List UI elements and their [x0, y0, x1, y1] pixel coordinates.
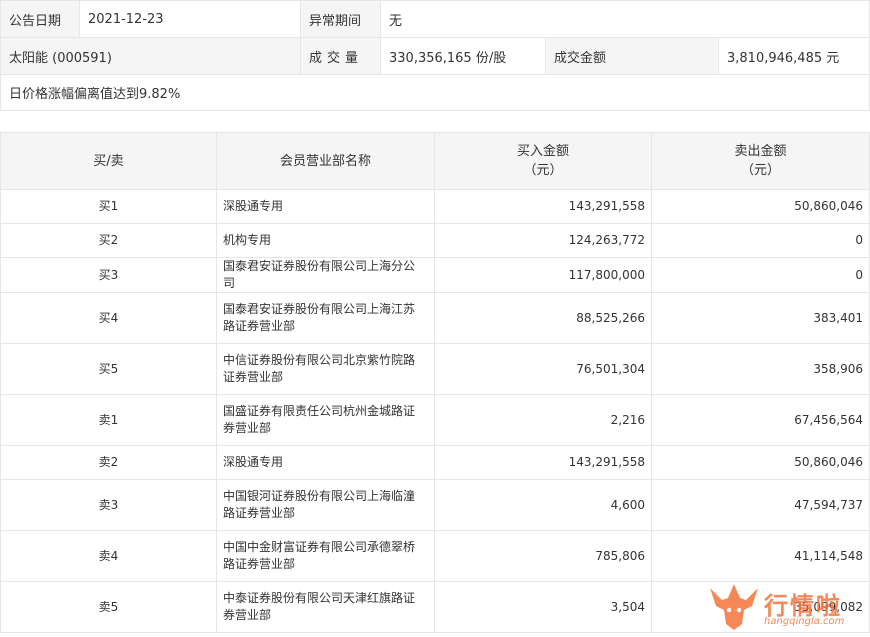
row-branch: 深股通专用 [216, 189, 435, 224]
trading-branch-table: 买/卖 会员营业部名称 买入金额 （元） 卖出金额 （元） 买1 深股通专用 1… [0, 132, 870, 633]
amount-value: 3,810,946,485 元 [717, 37, 870, 75]
table-row: 卖4 中国中金财富证券有限公司承德翠桥路证券营业部 785,806 41,114… [0, 530, 870, 582]
announcement-info-table: 公告日期 2021-12-23 异常期间 无 太阳能 (000591) 成交量 … [0, 0, 870, 111]
row-side: 卖4 [0, 530, 217, 582]
row-branch: 国盛证券有限责任公司杭州金城路证券营业部 [216, 394, 435, 446]
row-side: 卖3 [0, 479, 217, 531]
table-row: 买2 机构专用 124,263,772 0 [0, 223, 870, 258]
date-label: 公告日期 [0, 0, 80, 38]
row-sell-amount: 383,401 [651, 292, 870, 344]
header-sell-line2: （元） [740, 163, 780, 178]
abnormal-period-value: 无 [379, 0, 870, 38]
row-side: 卖1 [0, 394, 217, 446]
row-side: 买3 [0, 257, 217, 293]
header-sell-amount: 卖出金额 （元） [651, 132, 870, 190]
row-sell-amount: 47,594,737 [651, 479, 870, 531]
header-buy-line1: 买入金额 [516, 144, 569, 159]
row-branch: 中国中金财富证券有限公司承德翠桥路证券营业部 [216, 530, 435, 582]
amount-label: 成交金额 [545, 37, 719, 75]
row-buy-amount: 76,501,304 [434, 343, 652, 395]
volume-value: 330,356,165 份/股 [380, 37, 546, 75]
header-sell-line1: 卖出金额 [734, 144, 787, 159]
row-sell-amount: 35,099,082 [651, 581, 870, 633]
header-side: 买/卖 [0, 132, 217, 190]
table-row: 卖5 中泰证券股份有限公司天津红旗路证券营业部 3,504 35,099,082 [0, 581, 870, 633]
row-buy-amount: 4,600 [434, 479, 652, 531]
row-side: 卖5 [0, 581, 217, 633]
row-buy-amount: 143,291,558 [434, 445, 652, 480]
row-buy-amount: 88,525,266 [434, 292, 652, 344]
row-branch: 中信证券股份有限公司北京紫竹院路证券营业部 [216, 343, 435, 395]
row-sell-amount: 50,860,046 [651, 189, 870, 224]
row-branch: 中国银河证券股份有限公司上海临潼路证券营业部 [216, 479, 435, 531]
row-sell-amount: 67,456,564 [651, 394, 870, 446]
table-row: 卖1 国盛证券有限责任公司杭州金城路证券营业部 2,216 67,456,564 [0, 394, 870, 446]
row-sell-amount: 358,906 [651, 343, 870, 395]
row-buy-amount: 143,291,558 [434, 189, 652, 224]
row-buy-amount: 124,263,772 [434, 223, 652, 258]
row-branch: 中泰证券股份有限公司天津红旗路证券营业部 [216, 581, 435, 633]
header-buy-amount: 买入金额 （元） [434, 132, 652, 190]
row-side: 买2 [0, 223, 217, 258]
header-buy-line2: （元） [523, 163, 563, 178]
table-row: 买4 国泰君安证券股份有限公司上海江苏路证券营业部 88,525,266 383… [0, 292, 870, 344]
row-branch: 深股通专用 [216, 445, 435, 480]
row-branch: 机构专用 [216, 223, 435, 258]
table-row: 卖2 深股通专用 143,291,558 50,860,046 [0, 445, 870, 480]
row-buy-amount: 117,800,000 [434, 257, 652, 293]
row-buy-amount: 3,504 [434, 581, 652, 633]
row-side: 卖2 [0, 445, 217, 480]
stock-name: 太阳能 (000591) [0, 37, 301, 75]
date-value: 2021-12-23 [79, 0, 301, 38]
table-row: 买3 国泰君安证券股份有限公司上海分公司 117,800,000 0 [0, 257, 870, 293]
row-sell-amount: 0 [651, 223, 870, 258]
row-buy-amount: 2,216 [434, 394, 652, 446]
row-sell-amount: 50,860,046 [651, 445, 870, 480]
row-sell-amount: 0 [651, 257, 870, 293]
row-side: 买1 [0, 189, 217, 224]
table-row: 买5 中信证券股份有限公司北京紫竹院路证券营业部 76,501,304 358,… [0, 343, 870, 395]
row-side: 买4 [0, 292, 217, 344]
header-branch: 会员营业部名称 [216, 132, 435, 190]
table-row: 买1 深股通专用 143,291,558 50,860,046 [0, 189, 870, 224]
volume-label: 成交量 [300, 37, 381, 75]
table-row: 卖3 中国银河证券股份有限公司上海临潼路证券营业部 4,600 47,594,7… [0, 479, 870, 531]
row-buy-amount: 785,806 [434, 530, 652, 582]
row-branch: 国泰君安证券股份有限公司上海分公司 [216, 257, 435, 293]
abnormal-period-label: 异常期间 [300, 0, 381, 38]
table-header-row: 买/卖 会员营业部名称 买入金额 （元） 卖出金额 （元） [0, 132, 870, 190]
row-side: 买5 [0, 343, 217, 395]
row-sell-amount: 41,114,548 [651, 530, 870, 582]
row-branch: 国泰君安证券股份有限公司上海江苏路证券营业部 [216, 292, 435, 344]
abnormal-reason: 日价格涨幅偏离值达到9.82% [0, 74, 870, 111]
